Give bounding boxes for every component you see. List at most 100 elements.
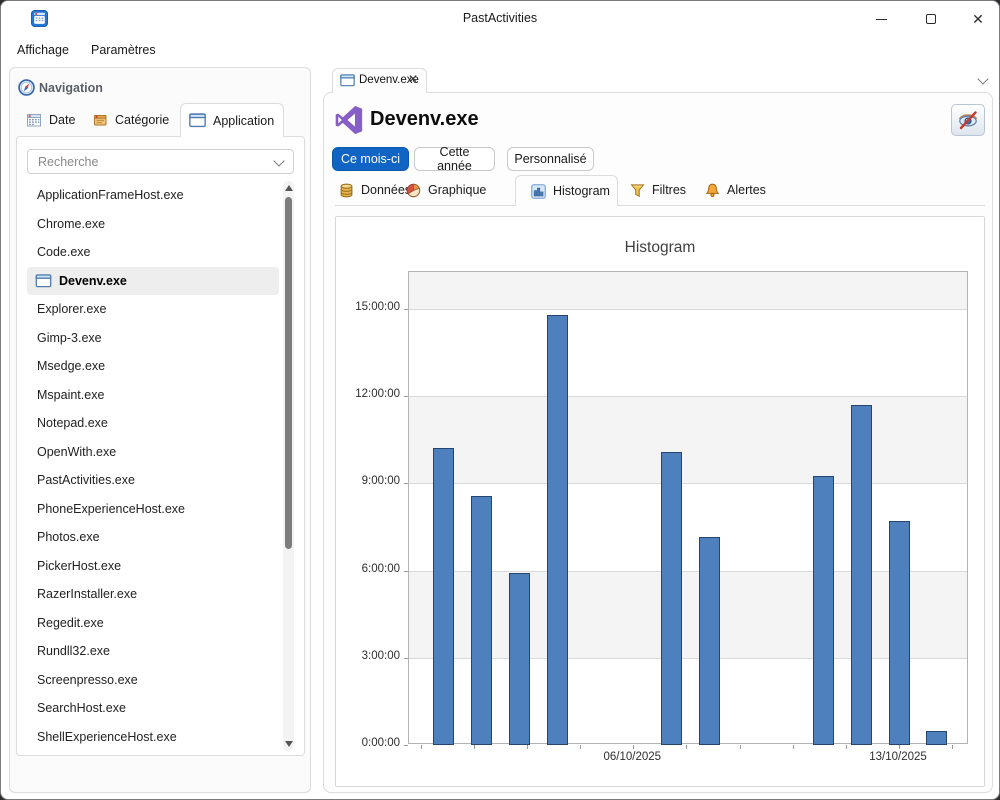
- tab-close-icon[interactable]: ✕: [408, 72, 418, 86]
- list-item-label: Explorer.exe: [37, 302, 106, 316]
- chart-plot-area: [408, 271, 968, 744]
- x-axis-tick: [474, 745, 475, 749]
- pie-chart-icon: [406, 183, 421, 198]
- list-item[interactable]: Rundll32.exe: [27, 637, 279, 666]
- bar-chart-icon: [531, 184, 546, 199]
- histogram-bar[interactable]: [547, 315, 568, 745]
- x-axis-tick: [793, 745, 794, 749]
- scrollbar-thumb[interactable]: [285, 197, 292, 549]
- scrollbar[interactable]: [283, 181, 294, 751]
- list-item-label: RazerInstaller.exe: [37, 587, 137, 601]
- menu-affichage[interactable]: Affichage: [13, 41, 73, 59]
- list-item-label: ApplicationFrameHost.exe: [37, 188, 184, 202]
- y-axis-tick: [404, 745, 408, 746]
- document-tab-devenv[interactable]: Devenv.exe ✕: [332, 68, 427, 93]
- histogram-bar[interactable]: [699, 537, 720, 745]
- list-item-label: Devenv.exe: [59, 274, 127, 288]
- list-item[interactable]: ShellExperienceHost.exe: [27, 723, 279, 752]
- period-this-year-button[interactable]: Cette année: [414, 147, 495, 171]
- minimize-button[interactable]: [866, 7, 896, 31]
- list-item[interactable]: OpenWith.exe: [27, 438, 279, 467]
- view-tab-alertes-label: Alertes: [727, 183, 766, 197]
- list-item[interactable]: Screenpresso.exe: [27, 666, 279, 695]
- funnel-icon: [630, 183, 645, 198]
- period-this-month-button[interactable]: Ce mois-ci: [332, 147, 409, 171]
- list-item[interactable]: Gimp-3.exe: [27, 324, 279, 353]
- list-item-label: Mspaint.exe: [37, 388, 104, 402]
- sidebar-tab-application[interactable]: Application: [180, 103, 284, 137]
- search-combobox: [27, 149, 294, 174]
- scroll-up-button[interactable]: [283, 181, 294, 195]
- view-tabs-divider: [335, 205, 985, 206]
- list-item[interactable]: Devenv.exe: [27, 267, 279, 296]
- view-tab-graphique[interactable]: Graphique: [406, 175, 486, 205]
- close-icon: ✕: [972, 12, 984, 26]
- minimize-icon: [876, 19, 887, 20]
- histogram-bar[interactable]: [926, 731, 947, 745]
- list-item[interactable]: Notepad.exe: [27, 409, 279, 438]
- app-window-icon: [340, 74, 355, 87]
- histogram-bar[interactable]: [889, 521, 910, 745]
- list-item[interactable]: PastActivities.exe: [27, 466, 279, 495]
- x-axis-tick: [421, 745, 422, 749]
- calendar-grid-icon: [26, 112, 42, 128]
- view-tab-graphique-label: Graphique: [428, 183, 486, 197]
- chevron-down-icon[interactable]: [273, 155, 284, 166]
- list-item[interactable]: Chrome.exe: [27, 210, 279, 239]
- menu-parametres[interactable]: Paramètres: [87, 41, 160, 59]
- list-item[interactable]: RazerInstaller.exe: [27, 580, 279, 609]
- hide-app-button[interactable]: [951, 104, 985, 136]
- scroll-down-button[interactable]: [283, 737, 294, 751]
- list-item[interactable]: Photos.exe: [27, 523, 279, 552]
- chart-band: [409, 396, 967, 483]
- list-item[interactable]: PickerHost.exe: [27, 552, 279, 581]
- list-item[interactable]: Regedit.exe: [27, 609, 279, 638]
- list-item[interactable]: Mspaint.exe: [27, 381, 279, 410]
- histogram-bar[interactable]: [813, 476, 834, 745]
- list-item[interactable]: SearchHost.exe: [27, 694, 279, 723]
- app-window-root: PastActivities ✕ Affichage Paramètres Na…: [0, 0, 1000, 800]
- gridline: [409, 658, 967, 659]
- list-item-label: SearchHost.exe: [37, 701, 126, 715]
- view-tab-filtres[interactable]: Filtres: [630, 175, 686, 205]
- x-axis-label: 13/10/2025: [848, 751, 948, 763]
- x-axis-tick: [846, 745, 847, 749]
- list-item[interactable]: ApplicationFrameHost.exe: [27, 181, 279, 210]
- x-axis-tick: [740, 745, 741, 749]
- compass-icon: [18, 79, 35, 96]
- view-tab-donnees[interactable]: Données: [339, 175, 411, 205]
- sidebar-tab-categorie[interactable]: Catégorie: [84, 104, 177, 135]
- histogram-bar[interactable]: [851, 405, 872, 745]
- y-axis-tick: [404, 658, 408, 659]
- tab-overflow-chevron-icon[interactable]: [977, 73, 988, 84]
- database-icon: [339, 183, 354, 198]
- x-axis-tick: [686, 745, 687, 749]
- histogram-bar[interactable]: [471, 496, 492, 745]
- triangle-down-icon: [285, 741, 293, 747]
- list-item-label: Code.exe: [37, 245, 91, 259]
- list-item[interactable]: Code.exe: [27, 238, 279, 267]
- page-title: Devenv.exe: [370, 108, 479, 131]
- histogram-bar[interactable]: [433, 448, 454, 745]
- histogram-bar[interactable]: [509, 573, 530, 745]
- view-tab-histogram[interactable]: Histogram: [515, 175, 618, 206]
- y-axis-label: 9:00:00: [336, 475, 400, 487]
- chart-band: [409, 571, 967, 658]
- histogram-bar[interactable]: [661, 452, 682, 745]
- maximize-button[interactable]: [916, 7, 946, 31]
- list-item[interactable]: PhoneExperienceHost.exe: [27, 495, 279, 524]
- list-item-label: Screenpresso.exe: [37, 673, 138, 687]
- list-item-label: PastActivities.exe: [37, 473, 135, 487]
- close-button[interactable]: ✕: [963, 7, 993, 31]
- category-card-icon: [92, 112, 108, 128]
- view-tab-alertes[interactable]: Alertes: [705, 175, 766, 205]
- list-item[interactable]: Explorer.exe: [27, 295, 279, 324]
- sidebar-tab-date[interactable]: Date: [18, 104, 83, 135]
- sidebar-tab-categorie-label: Catégorie: [115, 113, 169, 127]
- chart-title: Histogram: [336, 239, 984, 257]
- list-item[interactable]: Msedge.exe: [27, 352, 279, 381]
- y-axis-tick: [404, 571, 408, 572]
- period-custom-button[interactable]: Personnalisé: [507, 147, 594, 171]
- y-axis-tick: [404, 309, 408, 310]
- search-input[interactable]: [29, 151, 267, 172]
